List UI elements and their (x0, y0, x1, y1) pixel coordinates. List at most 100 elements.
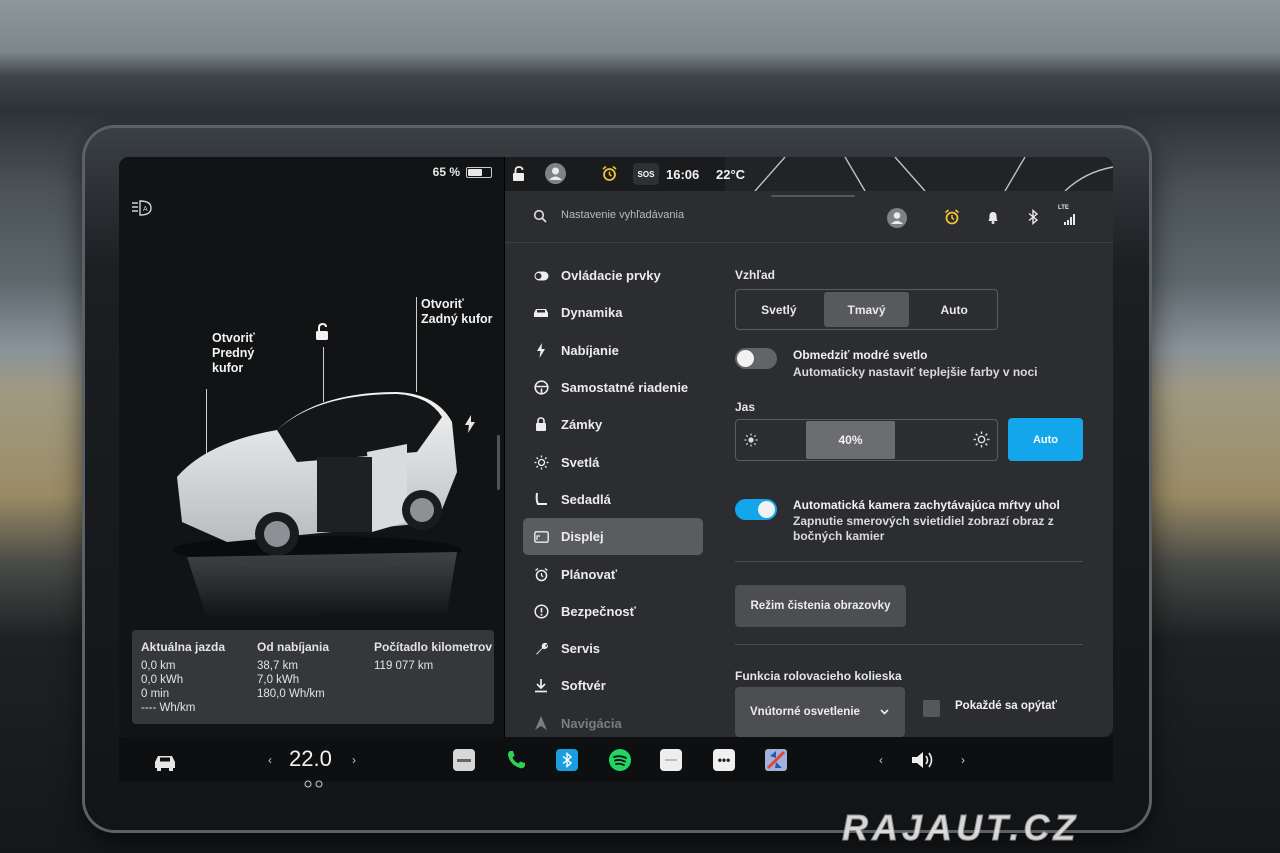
settings-panel: SOS 16:06 22°C Nastavenie vyhľadávania L… (505, 157, 1113, 737)
trunk-callout-line (416, 297, 417, 392)
menu-item-samostatne-riadenie[interactable]: Samostatné riadenie (523, 369, 703, 406)
menu-item-label: Plánovať (561, 566, 618, 582)
menu-item-sedadla[interactable]: Sedadlá (523, 481, 703, 518)
profile-avatar[interactable] (545, 163, 566, 184)
download-icon (533, 678, 549, 694)
blind-spot-camera-toggle[interactable] (735, 499, 777, 520)
photo-background: 65 % A Otvoriť Predný kufor Otvoriť Zadn… (0, 0, 1280, 853)
trip-info-card: Aktuálna jazda 0,0 km 0,0 kWh 0 min ----… (132, 630, 494, 724)
open-trunk-button[interactable]: Otvoriť Zadný kufor (421, 297, 493, 327)
trip-since-charge: Od nabíjania 38,7 km 7,0 kWh 180,0 Wh/km (257, 640, 330, 700)
alarm-status-icon[interactable] (601, 165, 618, 182)
appearance-option-auto[interactable]: Auto (911, 290, 997, 329)
car-3d-image (172, 392, 462, 618)
menu-item-svetla[interactable]: Svetlá (523, 443, 703, 480)
display-icon (533, 529, 549, 545)
menu-item-planovat[interactable]: Plánovať (523, 555, 703, 592)
menu-item-label: Bezpečnosť (561, 603, 636, 619)
divider (735, 561, 1083, 562)
watermark-logo: RAJAUT.CZ (841, 807, 1080, 849)
divider (735, 644, 1083, 645)
menu-item-displej[interactable]: Displej (523, 518, 703, 556)
trip-current: Aktuálna jazda 0,0 km 0,0 kWh 0 min ----… (141, 640, 226, 714)
brightness-value[interactable]: 40% (806, 421, 895, 459)
auto-headlight-icon[interactable]: A (131, 199, 153, 217)
navigation-app-icon[interactable] (764, 747, 788, 773)
menu-item-ovladacie-prvky[interactable]: Ovládacie prvky (523, 257, 703, 294)
top-status-bar: SOS 16:06 22°C (505, 157, 1113, 191)
bottom-taskbar: ‹ 22.0 › ••• ‹ › (119, 737, 1113, 788)
temp-down-chevron[interactable]: ‹ (268, 747, 272, 773)
profile-icon[interactable] (887, 208, 907, 228)
menu-item-softver[interactable]: Softvér (523, 667, 703, 704)
brightness-auto-button[interactable]: Auto (1008, 418, 1083, 461)
search-input[interactable]: Nastavenie vyhľadávania (561, 209, 684, 221)
cabin-temperature[interactable]: 22.0 (289, 746, 332, 772)
menu-item-zamky[interactable]: Zámky (523, 406, 703, 443)
glovebox-icon[interactable] (453, 747, 475, 773)
scroll-wheel-dropdown[interactable]: Vnútorné osvetlenie (735, 687, 905, 737)
volume-up-chevron[interactable]: › (961, 747, 965, 773)
alert-icon (533, 603, 549, 619)
menu-item-label: Softvér (561, 678, 606, 694)
notification-bell-icon[interactable] (984, 208, 1002, 226)
car-panel-scrollbar[interactable] (497, 435, 500, 490)
chevron-down-icon (880, 709, 889, 715)
settings-menu: Ovládacie prvky Dynamika Nabíjanie Samostat… (523, 257, 703, 737)
bolt-icon (533, 342, 549, 358)
notes-icon[interactable] (660, 747, 682, 773)
menu-item-navigacia[interactable]: Navigácia (523, 705, 703, 737)
seat-heat-indicator-icon (304, 780, 323, 788)
temp-up-chevron[interactable]: › (352, 747, 356, 773)
touchscreen: 65 % A Otvoriť Predný kufor Otvoriť Zadn… (119, 157, 1113, 737)
appearance-selector: Svetlý Tmavý Auto (735, 289, 998, 330)
menu-item-nabijanie[interactable]: Nabíjanie (523, 332, 703, 369)
menu-item-label: Ovládacie prvky (561, 268, 661, 284)
bluetooth-app-icon[interactable] (556, 747, 578, 773)
blind-spot-subtitle: Zapnutie smerových svietidiel zobrazí ob… (793, 514, 1054, 543)
menu-item-label: Servis (561, 641, 601, 657)
blind-spot-title: Automatická kamera zachytávajúca mŕtvy u… (793, 498, 1060, 512)
menu-item-label: Zámky (561, 417, 603, 433)
phone-icon[interactable] (504, 747, 528, 773)
blue-light-title: Obmedziť modré svetlo (793, 348, 928, 362)
car-icon[interactable] (152, 749, 178, 775)
battery-icon (466, 166, 492, 178)
battery-status: 65 % (433, 165, 492, 179)
car-panel: 65 % A Otvoriť Predný kufor Otvoriť Zadn… (119, 157, 504, 737)
steering-wheel-icon (533, 380, 549, 396)
open-frunk-button[interactable]: Otvoriť Predný kufor (212, 331, 255, 376)
svg-text:A: A (143, 206, 148, 213)
brightness-label: Jas (735, 400, 756, 414)
spotify-icon[interactable] (608, 747, 632, 773)
bluetooth-icon[interactable] (1024, 208, 1042, 226)
sos-button[interactable]: SOS (633, 163, 659, 185)
menu-item-servis[interactable]: Servis (523, 630, 703, 667)
navigation-icon (533, 715, 549, 731)
appearance-option-light[interactable]: Svetlý (736, 290, 822, 329)
menu-item-dynamika[interactable]: Dynamika (523, 294, 703, 331)
battery-percent: 65 % (432, 165, 460, 179)
alarm-icon[interactable] (943, 208, 961, 226)
menu-item-label: Svetlá (561, 454, 600, 470)
lock-icon (533, 417, 549, 433)
clock: 16:06 (666, 167, 700, 182)
more-apps-icon[interactable]: ••• (713, 747, 735, 773)
appearance-option-dark[interactable]: Tmavý (823, 292, 910, 327)
menu-item-label: Nabíjanie (561, 342, 619, 358)
appearance-label: Vzhľad (735, 268, 775, 282)
blue-light-toggle[interactable] (735, 348, 777, 369)
alarm-icon (533, 566, 549, 582)
menu-item-label: Samostatné riadenie (561, 380, 689, 396)
unlocked-status-icon[interactable] (512, 166, 526, 182)
ask-every-time-checkbox[interactable] (923, 700, 940, 717)
ask-every-time-label: Pokaždé sa opýtať (955, 700, 1058, 712)
menu-item-label: Displej (561, 529, 604, 545)
volume-icon[interactable] (909, 747, 937, 773)
menu-item-bezpecnost[interactable]: Bezpečnosť (523, 593, 703, 630)
screen-clean-mode-button[interactable]: Režim čistenia obrazovky (735, 585, 906, 627)
unlock-icon[interactable] (314, 323, 330, 341)
volume-down-chevron[interactable]: ‹ (879, 747, 883, 773)
search-icon[interactable] (533, 209, 547, 223)
brightness-slider[interactable]: 40% (735, 419, 998, 461)
